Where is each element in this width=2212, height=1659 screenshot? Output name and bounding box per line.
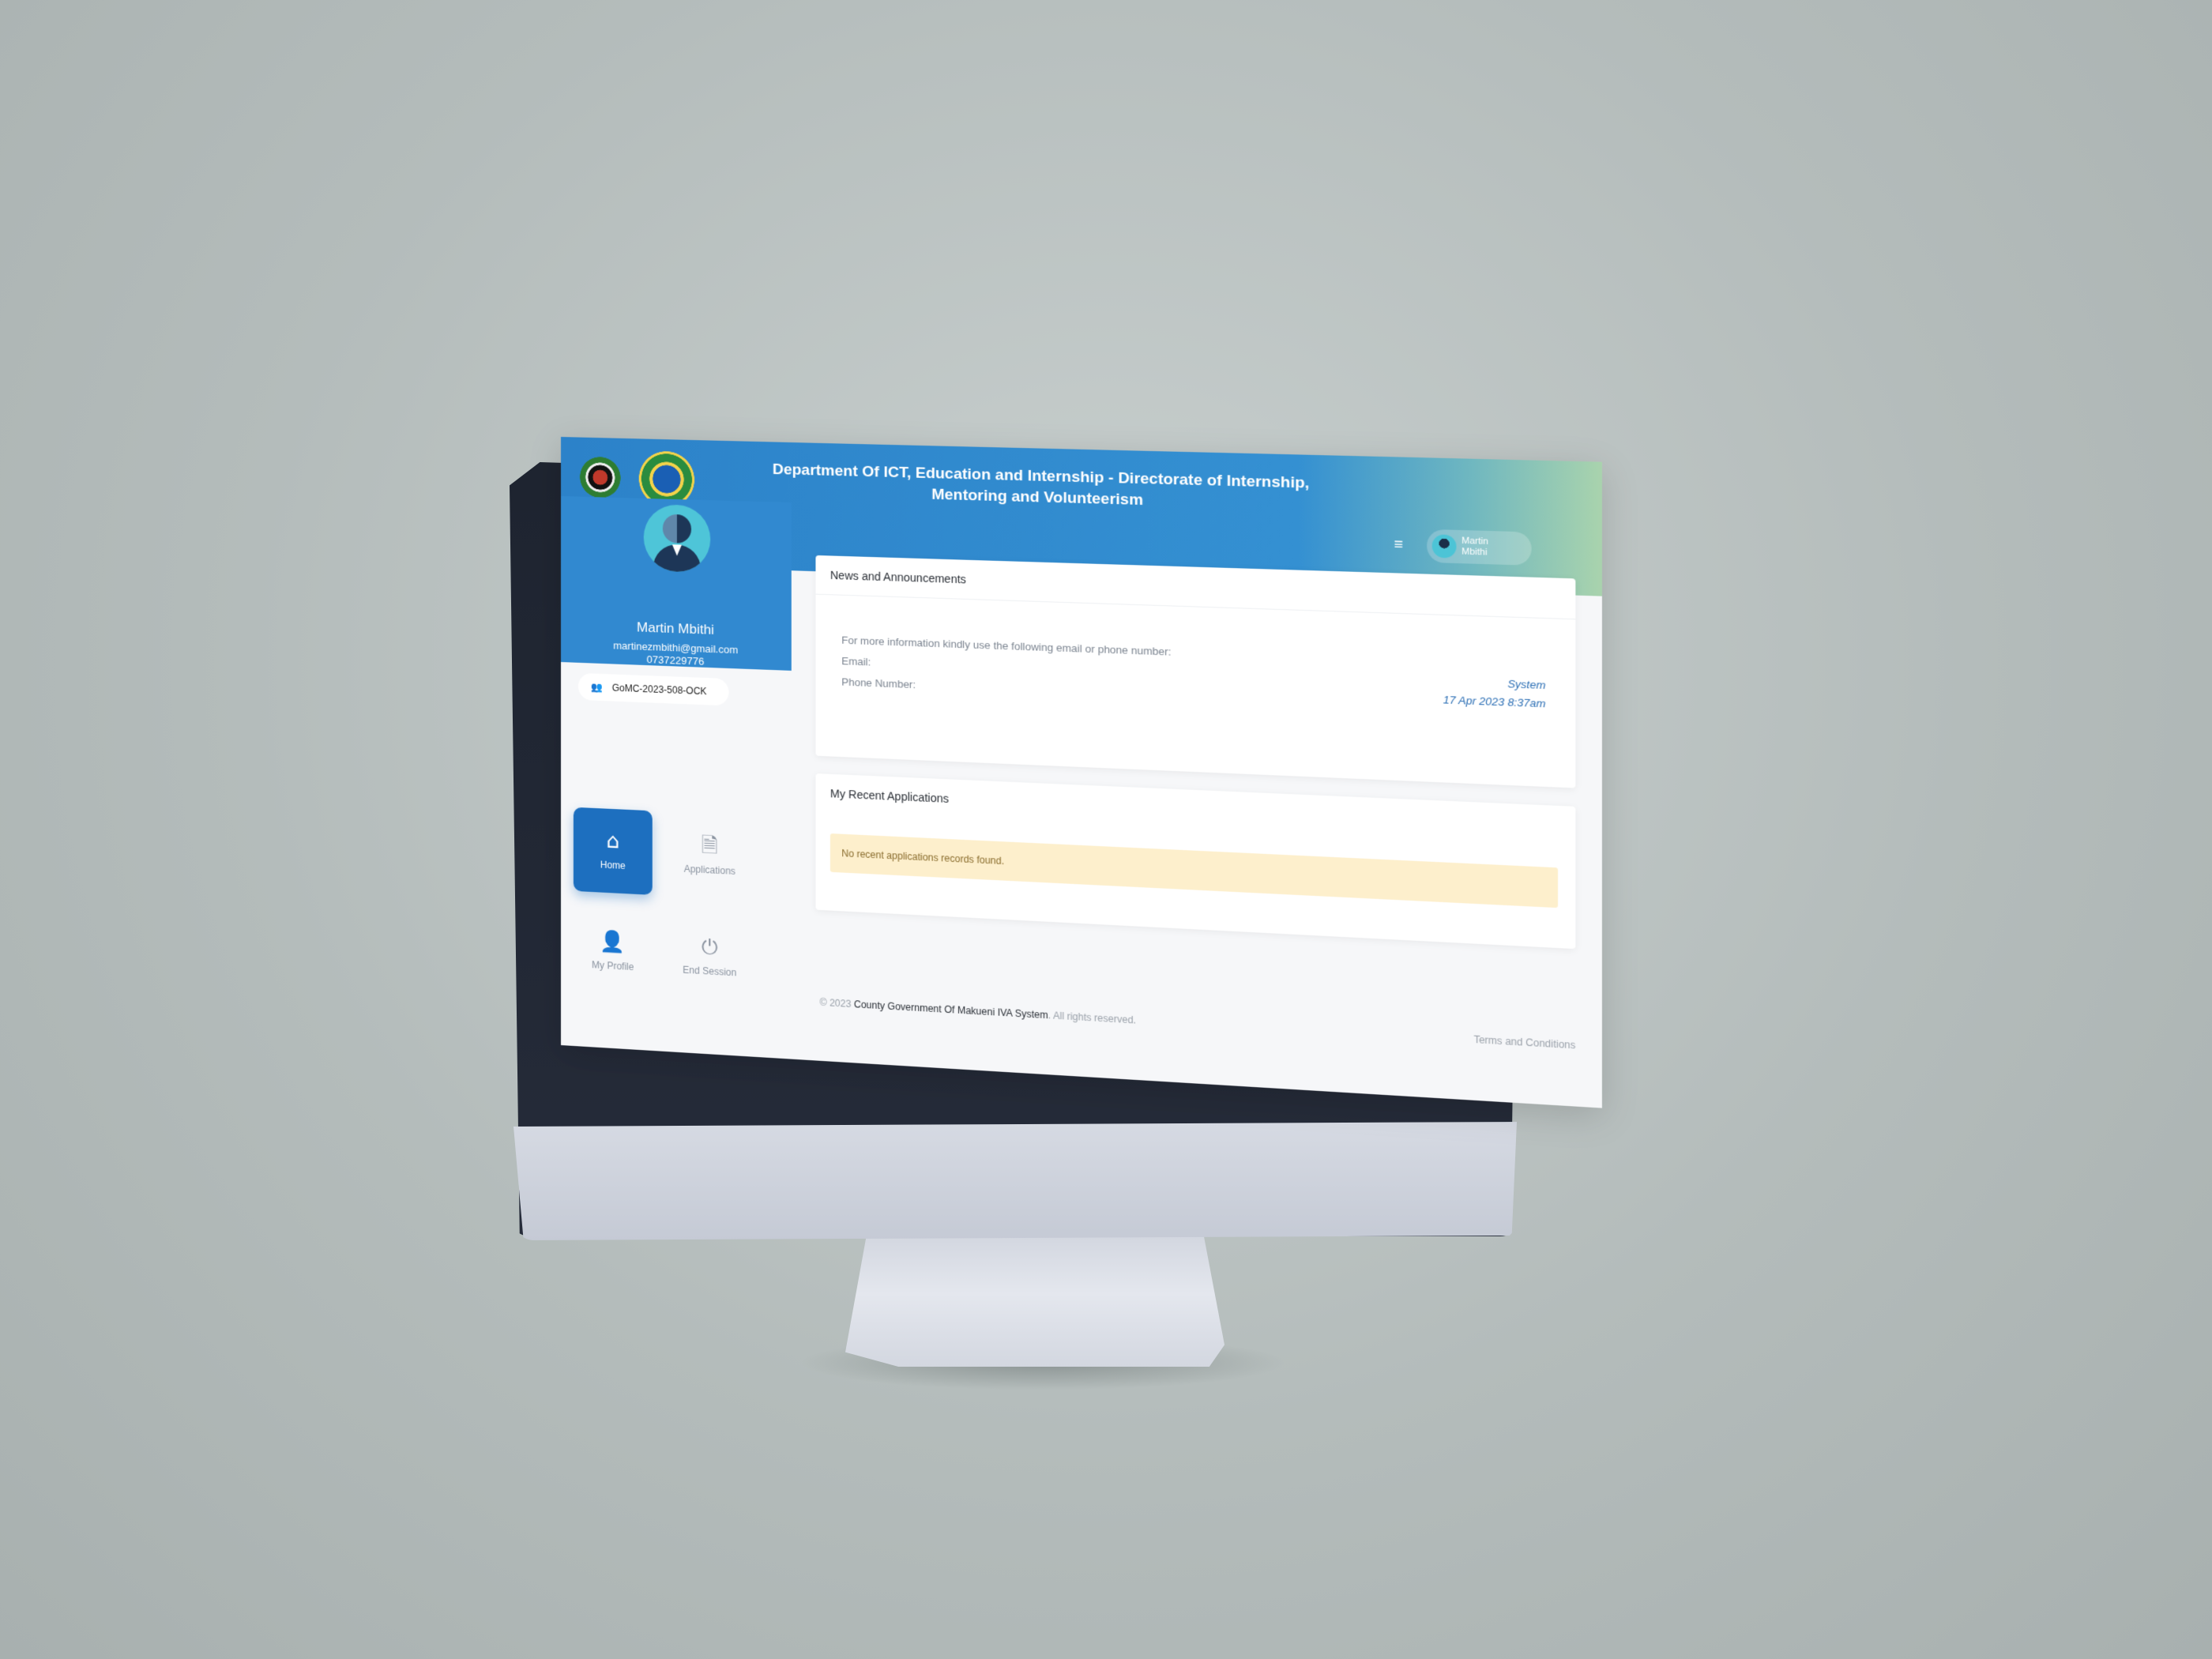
footer-copyright: © 2023 County Government Of Makueni IVA … <box>820 997 1136 1026</box>
header-title: Department Of ICT, Education and Interns… <box>772 461 1310 510</box>
hamburger-icon[interactable]: ≡ <box>1394 536 1403 553</box>
empty-applications-alert: No recent applications records found. <box>830 833 1559 908</box>
news-date: 17 Apr 2023 8:37am <box>1443 693 1546 710</box>
recent-applications-title: My Recent Applications <box>830 787 950 806</box>
nav-my-profile[interactable]: 👤 My Profile <box>574 908 653 996</box>
nav-applications[interactable]: 🗎 Applications <box>670 811 750 900</box>
document-icon: 🗎 <box>701 833 718 859</box>
avatar <box>1431 534 1457 559</box>
power-icon: ⏻ <box>701 935 718 960</box>
nav-applications-label: Applications <box>683 863 735 878</box>
recent-applications-card: My Recent Applications No recent applica… <box>815 773 1576 950</box>
avatar-head <box>662 514 692 544</box>
nav-end-session-label: End Session <box>683 964 737 979</box>
user-menu-button[interactable]: Martin Mbithi <box>1427 529 1532 566</box>
users-icon: 👥 <box>590 681 603 694</box>
user-edit-icon: 👤 <box>600 929 626 955</box>
terms-link[interactable]: Terms and Conditions <box>1473 1033 1575 1051</box>
divider <box>815 593 1576 620</box>
nav-home-label: Home <box>600 859 626 872</box>
home-icon: ⌂ <box>606 829 619 854</box>
news-info: For more information kindly use the foll… <box>841 630 1171 705</box>
nav-end-session[interactable]: ⏻ End Session <box>670 912 750 1001</box>
profile-id-badge[interactable]: 👥 GoMC-2023-508-OCK <box>577 672 729 706</box>
copyright-rights: . All rights reserved. <box>1048 1009 1137 1026</box>
news-card-title: News and Announcements <box>830 568 966 586</box>
news-card: News and Announcements For more informat… <box>815 555 1576 788</box>
user-menu-name: Martin Mbithi <box>1462 536 1488 558</box>
nav-my-profile-label: My Profile <box>592 959 634 973</box>
news-meta: System 17 Apr 2023 8:37am <box>1443 672 1546 713</box>
profile-id-code: GoMC-2023-508-OCK <box>611 682 707 698</box>
app-screen: Department Of ICT, Education and Interns… <box>561 437 1602 1108</box>
copyright-organization: County Government Of Makueni IVA System <box>853 999 1048 1021</box>
copyright-prefix: © 2023 <box>819 996 852 1010</box>
nav-home[interactable]: ⌂ Home <box>573 807 653 895</box>
imac-chin <box>514 1122 1517 1240</box>
